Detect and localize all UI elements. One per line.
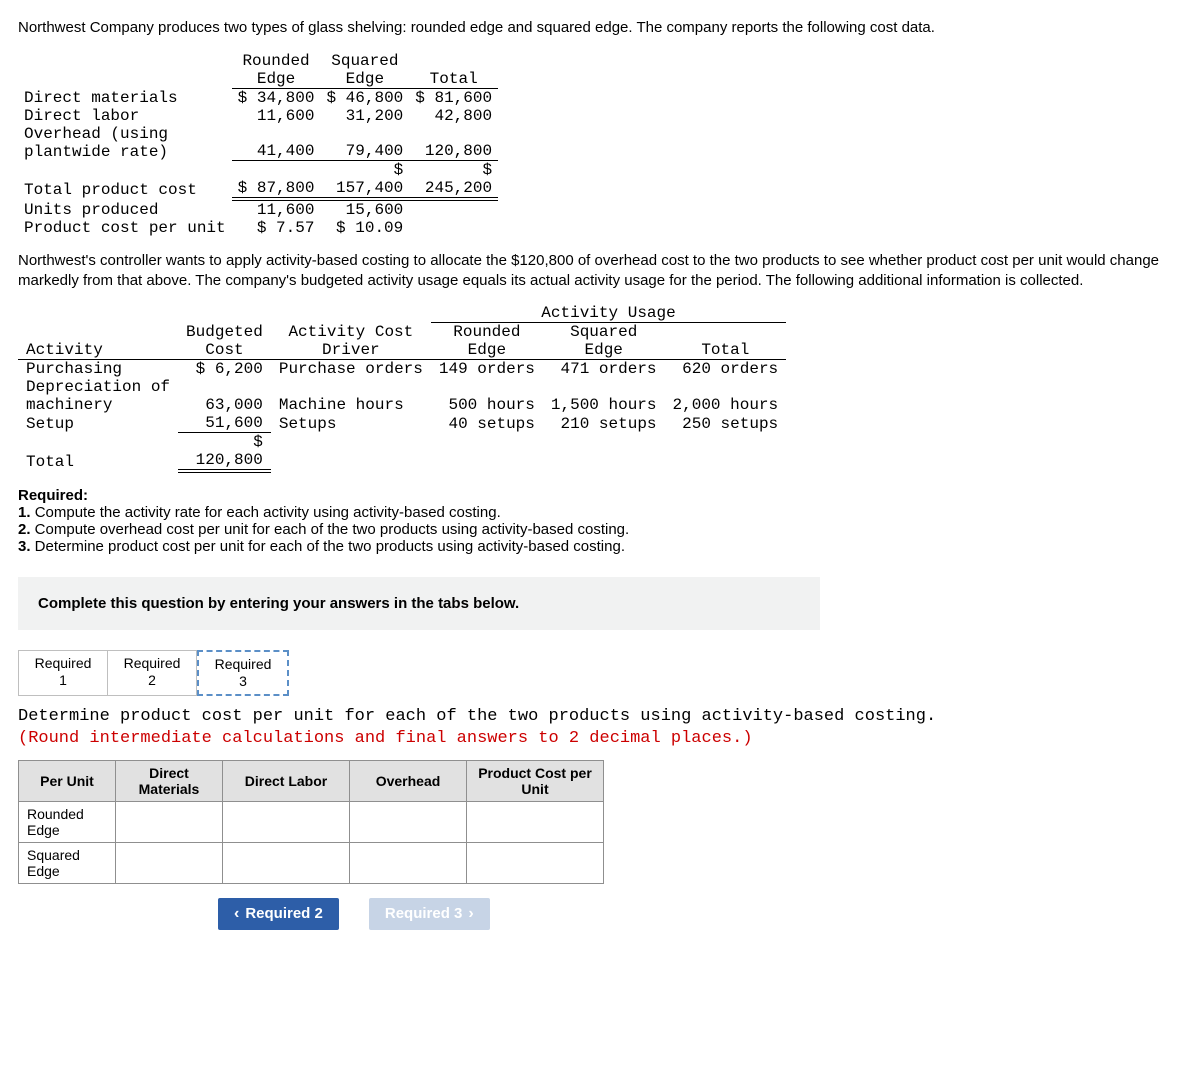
chevron-right-icon: › [468, 905, 473, 923]
input-rounded-oh[interactable] [350, 801, 467, 842]
next-button[interactable]: Required 3 › [369, 898, 490, 930]
activity-table: Activity Usage Activity BudgetedCost Act… [18, 304, 786, 473]
tab-required-1[interactable]: Required1 [18, 650, 108, 696]
prev-button-label: Required 2 [245, 905, 323, 922]
complete-instruction-bar: Complete this question by entering your … [18, 577, 820, 630]
tab-required-2[interactable]: Required2 [108, 650, 197, 696]
tab-bar: Required1 Required2 Required3 [18, 650, 1182, 696]
col-direct-materials: Direct Materials [116, 760, 223, 801]
input-squared-pcpu[interactable] [467, 842, 604, 883]
chevron-left-icon: ‹ [234, 905, 239, 923]
input-rounded-dl[interactable] [223, 801, 350, 842]
col-overhead: Overhead [350, 760, 467, 801]
required-section: Required: 1. 1. Compute the activity rat… [18, 487, 1182, 555]
prev-button[interactable]: ‹ Required 2 [218, 898, 339, 930]
col-direct-labor: Direct Labor [223, 760, 350, 801]
tab-instruction: Determine product cost per unit for each… [18, 706, 1182, 750]
row-squared-edge: Squared Edge [19, 842, 116, 883]
controller-paragraph: Northwest's controller wants to apply ac… [18, 251, 1182, 290]
row-rounded-edge: Rounded Edge [19, 801, 116, 842]
next-button-label: Required 3 [385, 905, 463, 922]
col-product-cost-per-unit: Product Cost per Unit [467, 760, 604, 801]
intro-paragraph: Northwest Company produces two types of … [18, 18, 1182, 38]
answer-table: Per Unit Direct Materials Direct Labor O… [18, 760, 604, 884]
input-squared-dm[interactable] [116, 842, 223, 883]
input-rounded-pcpu[interactable] [467, 801, 604, 842]
input-squared-dl[interactable] [223, 842, 350, 883]
input-rounded-dm[interactable] [116, 801, 223, 842]
tab-required-3[interactable]: Required3 [197, 650, 289, 696]
input-squared-oh[interactable] [350, 842, 467, 883]
col-per-unit: Per Unit [19, 760, 116, 801]
cost-data-table: RoundedEdge SquaredEdge Total Direct mat… [18, 52, 498, 238]
